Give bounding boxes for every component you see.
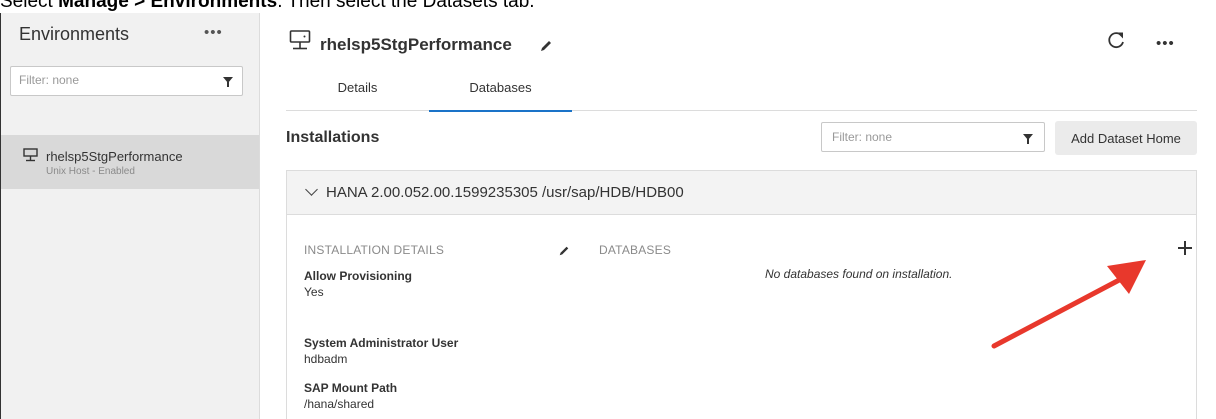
instruction-caption: Select Manage > Environments. Then selec… xyxy=(0,0,535,12)
app-window: Environments ••• rhelsp5StgPerformance U… xyxy=(0,13,1216,419)
red-arrow-annotation xyxy=(991,260,1146,349)
